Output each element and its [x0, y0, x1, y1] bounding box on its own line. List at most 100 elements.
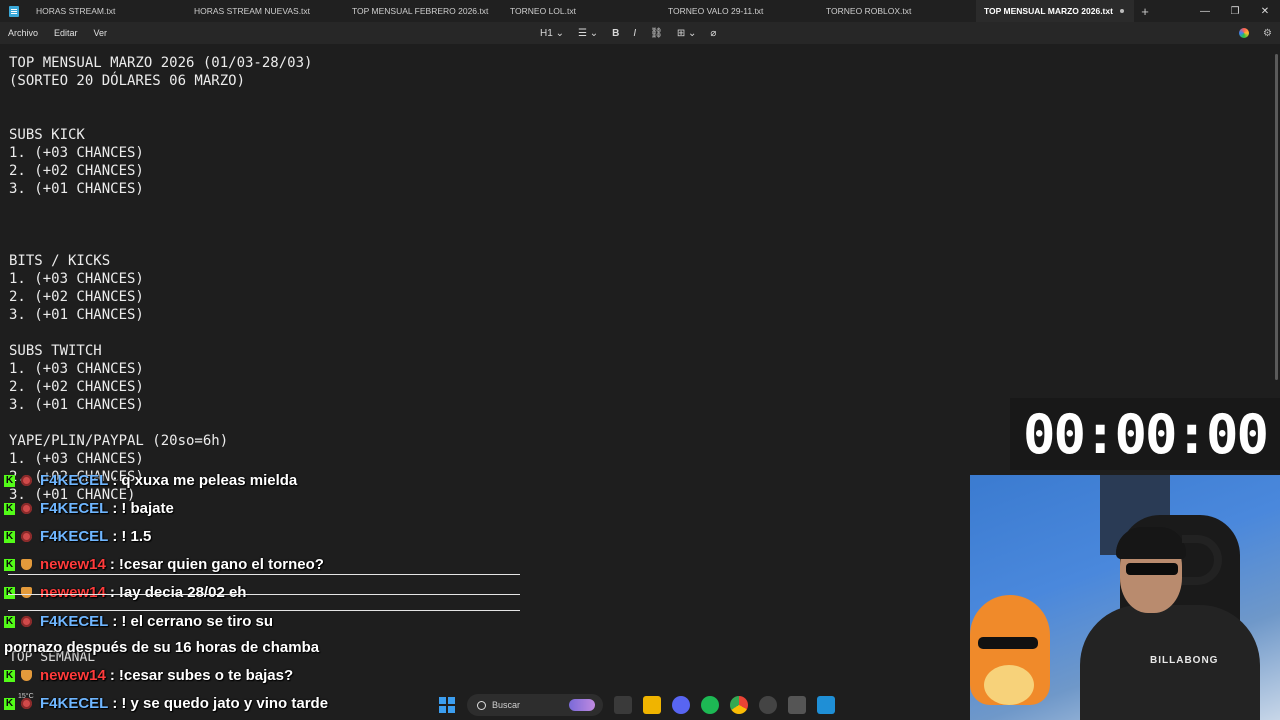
heading-dropdown[interactable]: H1 ⌄: [540, 28, 564, 39]
document-line: 1. (+03 CHANCES): [9, 361, 144, 377]
chat-username: newew14: [40, 556, 106, 573]
chat-divider: [8, 574, 520, 575]
menu-view[interactable]: Ver: [86, 28, 116, 38]
notepad-app-icon: [0, 0, 28, 22]
stream-timer: 00:00:00: [1010, 398, 1280, 470]
tab-torneo-lol[interactable]: TORNEO LOL.txt: [502, 0, 660, 22]
tab-bar: HORAS STREAM.txt HORAS STREAM NUEVAS.txt…: [0, 0, 1280, 22]
chat-message: K F4KECEL : ! el cerrano se tiro su: [4, 613, 273, 630]
document-line: 2. (+02 CHANCES): [9, 289, 144, 305]
chevron-down-icon: ⌄: [589, 27, 599, 39]
bold-button[interactable]: B: [612, 28, 619, 39]
tab-torneo-roblox[interactable]: TORNEO ROBLOX.txt: [818, 0, 976, 22]
task-view-icon[interactable]: [614, 696, 632, 714]
tab-horas-stream[interactable]: HORAS STREAM.txt: [28, 0, 186, 22]
list-dropdown[interactable]: ☰ ⌄: [578, 28, 598, 39]
chat-text: ! el cerrano se tiro su: [121, 613, 274, 630]
spotify-icon[interactable]: [701, 696, 719, 714]
user-badge-icon: [21, 616, 32, 627]
document-line: 1. (+03 CHANCES): [9, 271, 144, 287]
document-line: 1. (+03 CHANCES): [9, 145, 144, 161]
menu-bar: Archivo Editar Ver H1 ⌄ ☰ ⌄ B I ⛓ ⊞ ⌄ ⌀ …: [0, 22, 1280, 44]
chat-separator: :: [112, 472, 118, 489]
close-button[interactable]: ✕: [1250, 0, 1280, 22]
plush-sunglasses: [978, 637, 1038, 649]
document-line: SUBS TWITCH: [9, 343, 102, 359]
tab-torneo-valo[interactable]: TORNEO VALO 29-11.txt: [660, 0, 818, 22]
document-line: 2. (+02 CHANCES): [9, 163, 144, 179]
menu-file[interactable]: Archivo: [0, 28, 46, 38]
kick-icon: K: [4, 558, 15, 571]
format-toolbar: H1 ⌄ ☰ ⌄ B I ⛓ ⊞ ⌄ ⌀: [540, 22, 716, 44]
chat-text: q xuxa me peleas mielda: [121, 472, 298, 489]
right-tools: ⚙: [1239, 22, 1272, 44]
streamer-hair-top: [1116, 527, 1186, 559]
table-dropdown[interactable]: ⊞ ⌄: [677, 28, 697, 39]
taskbar-icons: Buscar: [438, 694, 835, 716]
settings-icon[interactable]: ⚙: [1263, 28, 1272, 39]
tab-top-mensual-marzo[interactable]: TOP MENSUAL MARZO 2026.txt: [976, 0, 1134, 22]
chat-text: ! 1.5: [121, 528, 152, 545]
chat-message: K F4KECEL : ! bajate: [4, 500, 174, 517]
kick-icon: K: [4, 530, 15, 543]
shirt-logo-text: BILLABONG: [1150, 655, 1219, 666]
file-explorer-icon[interactable]: [643, 696, 661, 714]
notepad-taskbar-icon[interactable]: [817, 696, 835, 714]
tab-top-mensual-febrero[interactable]: TOP MENSUAL FEBRERO 2026.txt: [344, 0, 502, 22]
copilot-icon[interactable]: [1239, 28, 1250, 38]
calculator-icon[interactable]: [788, 696, 806, 714]
unsaved-dot-icon[interactable]: [1120, 9, 1124, 13]
chat-message: K F4KECEL : ! 1.5: [4, 528, 151, 545]
document-line: SUBS KICK: [9, 127, 85, 143]
chat-separator: :: [109, 667, 115, 684]
chat-username: F4KECEL: [40, 472, 109, 489]
chat-username: F4KECEL: [40, 613, 109, 630]
chrome-icon[interactable]: [730, 696, 748, 714]
discord-icon[interactable]: [672, 696, 690, 714]
chat-message: K newew14 : !ay decia 28/02 eh: [4, 584, 246, 601]
chat-text: !ay decia 28/02 eh: [118, 584, 247, 601]
document-text[interactable]: TOP MENSUAL MARZO 2026 (01/03-28/03) (SOR…: [9, 54, 312, 504]
windows-icon: [439, 697, 455, 713]
sunglasses: [1126, 563, 1178, 575]
chat-separator: :: [112, 500, 118, 517]
document-line: 2. (+02 CHANCES): [9, 379, 144, 395]
search-highlight-icon: [569, 699, 595, 711]
clear-format-icon[interactable]: ⌀: [710, 28, 716, 39]
chat-text: !cesar quien gano el torneo?: [118, 556, 324, 573]
menu-edit[interactable]: Editar: [46, 28, 86, 38]
fox-badge-icon: [21, 559, 32, 570]
window-controls: — ❐ ✕: [1190, 0, 1280, 22]
chat-message-continuation: pornazo después de su 16 horas de chamba: [4, 639, 320, 656]
document-line: (SORTEO 20 DÓLARES 06 MARZO): [9, 73, 246, 89]
document-line: YAPE/PLIN/PAYPAL (20so=6h): [9, 433, 229, 449]
document-line: 3. (+01 CHANCES): [9, 397, 144, 413]
start-button[interactable]: [438, 696, 456, 714]
webcam-feed: BILLABONG: [970, 475, 1280, 720]
chat-divider: [8, 610, 520, 611]
tab-horas-stream-nuevas[interactable]: HORAS STREAM NUEVAS.txt: [186, 0, 344, 22]
minimize-button[interactable]: —: [1190, 0, 1220, 22]
chat-message: K newew14 : !cesar subes o te bajas?: [4, 667, 293, 684]
maximize-button[interactable]: ❐: [1220, 0, 1250, 22]
taskbar-search[interactable]: Buscar: [467, 694, 603, 716]
chat-separator: :: [109, 584, 115, 601]
search-placeholder: Buscar: [492, 700, 521, 710]
weather-widget[interactable]: 15°C: [18, 692, 34, 701]
italic-button[interactable]: I: [633, 28, 636, 39]
chevron-down-icon: ⌄: [555, 27, 564, 39]
document-line: 3. (+01 CHANCES): [9, 181, 144, 197]
chat-message: K F4KECEL : q xuxa me peleas mielda: [4, 472, 297, 489]
new-tab-button[interactable]: +: [1134, 0, 1156, 22]
link-icon[interactable]: ⛓: [650, 28, 663, 39]
steam-icon[interactable]: [759, 696, 777, 714]
user-badge-icon: [21, 503, 32, 514]
vertical-scrollbar[interactable]: [1275, 54, 1278, 380]
chat-separator: :: [109, 556, 115, 573]
table-icon: ⊞: [676, 27, 686, 39]
chat-separator: :: [112, 613, 118, 630]
